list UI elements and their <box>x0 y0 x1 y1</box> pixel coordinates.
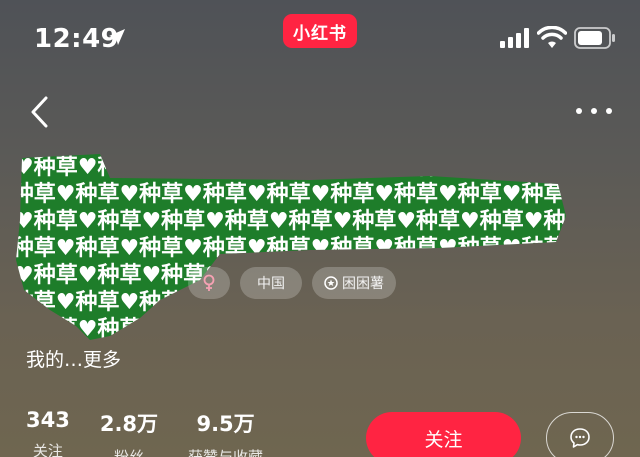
level-tag: 困困薯 <box>312 267 396 299</box>
sticker-pattern-row: ♥种草♥种草♥种草♥种草♥种草♥种草♥种草♥种草♥种草♥种草♥种草♥种草 <box>10 235 570 261</box>
stat-value: 343 <box>26 408 70 432</box>
cover-sticker: ♥种草♥种草♥种草♥种草♥种草♥种草♥种草♥种草♥种草 ♥种草♥种草♥种草♥种草♥… <box>10 154 570 342</box>
follow-button[interactable]: 关注 <box>366 412 521 457</box>
cellular-signal-icon <box>500 28 529 48</box>
profile-stats: 343 关注 2.8万 粉丝 9.5万 获赞与收藏 <box>26 408 263 457</box>
bio[interactable]: 我的…更多 <box>26 345 121 372</box>
app-logo: 小红书 <box>283 14 357 48</box>
sticker-pattern-row: ♥种草♥种草♥种草♥种草♥种草♥种草♥种草♥种草♥种草♥种草♥种草♥种草 <box>10 181 570 207</box>
bio-more-link[interactable]: 更多 <box>83 349 121 371</box>
stat-label: 关注 <box>32 442 63 457</box>
status-bar: 12:49 小红书 <box>0 0 640 80</box>
stat-value: 2.8万 <box>99 412 159 436</box>
stat-value: 9.5万 <box>196 412 255 436</box>
battery-icon <box>574 27 615 49</box>
stat-label: 获赞与收藏 <box>188 448 264 457</box>
chat-bubble-icon <box>570 428 590 448</box>
message-button[interactable] <box>546 412 614 457</box>
level-label: 困困薯 <box>342 276 384 292</box>
bio-text: 我的… <box>26 349 84 371</box>
location-arrow-icon <box>109 29 125 45</box>
gender-tag <box>188 267 230 299</box>
stat-label: 粉丝 <box>113 448 144 457</box>
back-arrow-icon[interactable] <box>26 94 56 130</box>
stat-following[interactable]: 343 关注 <box>26 408 70 457</box>
stat-likes-collections[interactable]: 9.5万 获赞与收藏 <box>188 408 263 457</box>
sticker-pattern-row: ♥种草♥种草♥种草♥种草♥种草♥种草♥种草♥种草♥种草♥种草♥种草♥种草 <box>14 208 570 234</box>
stat-followers[interactable]: 2.8万 粉丝 <box>100 408 158 457</box>
level-badge-icon <box>324 276 338 290</box>
female-icon <box>203 274 215 291</box>
more-options-icon[interactable] <box>573 103 615 119</box>
wifi-icon <box>537 26 567 48</box>
sticker-pattern-row: ♥种草♥种草♥种草♥种草♥种草♥种草♥种草♥种草♥种草♥种草♥种草♥种草 <box>14 316 570 342</box>
sticker-pattern-row: ♥种草♥种草♥种草♥种草♥种草♥种草♥种草♥种草♥种草♥种草♥种草♥种草 <box>14 154 570 180</box>
profile-tags: 中国 困困薯 <box>188 267 396 299</box>
ip-location-tag: 中国 <box>240 267 302 299</box>
